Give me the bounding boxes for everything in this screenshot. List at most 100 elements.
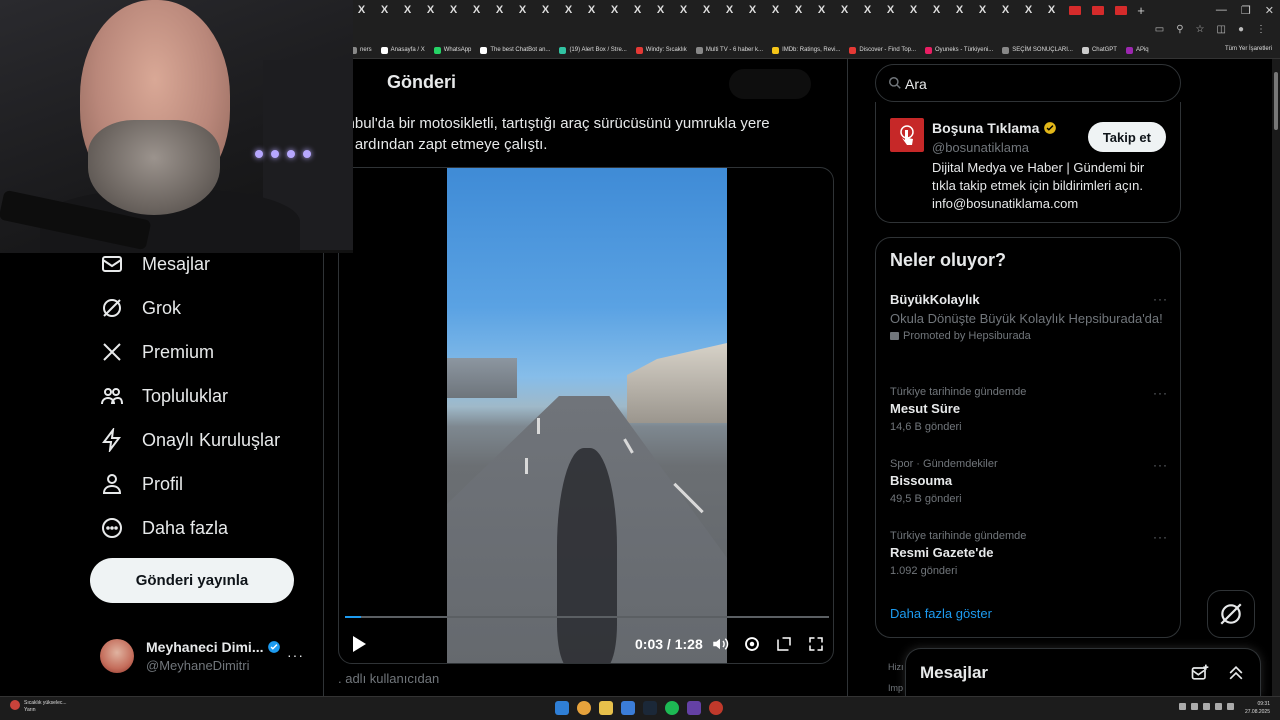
- bookmark-item[interactable]: ners: [350, 46, 372, 54]
- bookmark-item[interactable]: Windy: Sıcaklık: [635, 46, 687, 54]
- video-progress-bar[interactable]: [345, 616, 829, 618]
- bookmark-item[interactable]: Oyuneks - Türkiyeni...: [925, 46, 993, 54]
- trend-item[interactable]: Türkiye tarihinde gündemde Resmi Gazete'…: [890, 530, 1168, 577]
- spotify-icon[interactable]: [665, 701, 679, 715]
- browser-tab[interactable]: X: [626, 1, 649, 19]
- nav-more[interactable]: Daha fazla: [100, 516, 228, 540]
- edge-icon[interactable]: [621, 701, 635, 715]
- weather-widget[interactable]: Sıcaklık yükselec... Yarın: [10, 700, 67, 714]
- tray-icon[interactable]: [1191, 703, 1198, 710]
- trend-more-icon[interactable]: ···: [1153, 292, 1168, 306]
- new-tab-icon[interactable]: +: [1132, 3, 1150, 18]
- browser-tab[interactable]: [1063, 1, 1086, 19]
- app-icon[interactable]: [709, 701, 723, 715]
- nav-messages[interactable]: Mesajlar: [100, 252, 210, 276]
- nav-profile[interactable]: Profil: [100, 472, 183, 496]
- browser-tab[interactable]: X: [511, 1, 534, 19]
- trend-more-icon[interactable]: ···: [1153, 530, 1168, 544]
- all-bookmarks[interactable]: Tüm Yer İşaretleri: [1225, 46, 1272, 52]
- bookmark-item[interactable]: Multi TV - 6 haber k...: [695, 46, 763, 54]
- restore-icon[interactable]: ❐: [1241, 4, 1251, 17]
- browser-tab[interactable]: X: [488, 1, 511, 19]
- scrollbar-thumb[interactable]: [1274, 72, 1278, 130]
- bookmark-item[interactable]: Discover - Find Top...: [849, 46, 916, 54]
- browser-tab[interactable]: X: [787, 1, 810, 19]
- suggested-name[interactable]: Boşuna Tıklama: [932, 120, 1057, 136]
- browser-tab[interactable]: X: [879, 1, 902, 19]
- browser-tab[interactable]: X: [856, 1, 879, 19]
- nav-verified-orgs[interactable]: Onaylı Kuruluşlar: [100, 428, 280, 452]
- nav-premium[interactable]: Premium: [100, 340, 214, 364]
- browser-tab[interactable]: X: [350, 1, 373, 19]
- browser-tab[interactable]: X: [1040, 1, 1063, 19]
- browser-tab[interactable]: X: [948, 1, 971, 19]
- browser-tab[interactable]: X: [695, 1, 718, 19]
- browser-tab[interactable]: [1109, 1, 1132, 19]
- show-more-link[interactable]: Daha fazla göster: [890, 606, 992, 621]
- browser-tab[interactable]: X: [373, 1, 396, 19]
- play-icon[interactable]: [351, 635, 367, 653]
- bookmark-item[interactable]: WhatsApp: [433, 46, 471, 54]
- account-more-icon[interactable]: ···: [287, 647, 304, 663]
- close-icon[interactable]: ✕: [1265, 4, 1274, 17]
- app-icon[interactable]: [687, 701, 701, 715]
- cast-icon[interactable]: ▭: [1155, 24, 1164, 35]
- fullscreen-icon[interactable]: [807, 635, 825, 653]
- minimize-icon[interactable]: —: [1216, 4, 1227, 16]
- browser-tab[interactable]: X: [442, 1, 465, 19]
- volume-tray-icon[interactable]: [1215, 703, 1222, 710]
- browser-tab[interactable]: X: [465, 1, 488, 19]
- browser-tab[interactable]: X: [534, 1, 557, 19]
- file-explorer-icon[interactable]: [599, 701, 613, 715]
- bookmark-item[interactable]: The best ChatBot an...: [480, 46, 550, 54]
- video-frame-image[interactable]: [447, 168, 727, 663]
- star-icon[interactable]: ☆: [1196, 24, 1205, 35]
- clock[interactable]: 09:31 27.08.2025: [1245, 700, 1270, 716]
- trend-item[interactable]: Spor · Gündemdekiler Bissouma 49,5 B gön…: [890, 458, 1168, 505]
- browser-tab[interactable]: X: [833, 1, 856, 19]
- volume-icon[interactable]: [711, 635, 729, 653]
- picture-in-picture-icon[interactable]: [775, 635, 793, 653]
- zoom-icon[interactable]: ⚲: [1176, 24, 1183, 35]
- browser-tab[interactable]: X: [925, 1, 948, 19]
- trend-more-icon[interactable]: ···: [1153, 386, 1168, 400]
- bookmark-item[interactable]: (19) Alert Box / Stre...: [559, 46, 627, 54]
- bookmark-item[interactable]: ChatGPT: [1081, 46, 1117, 54]
- browser-tab[interactable]: X: [580, 1, 603, 19]
- bookmark-item[interactable]: SEÇİM SONUÇLARI...: [1002, 46, 1073, 54]
- browser-tab[interactable]: X: [971, 1, 994, 19]
- bookmark-item[interactable]: Anasayfa / X: [380, 46, 425, 54]
- nav-grok[interactable]: Grok: [100, 296, 181, 320]
- steam-icon[interactable]: [643, 701, 657, 715]
- trend-item-promoted[interactable]: BüyükKolaylık Okula Dönüşte Büyük Kolayl…: [890, 292, 1168, 342]
- windows-start-icon[interactable]: [555, 701, 569, 715]
- browser-tab[interactable]: X: [649, 1, 672, 19]
- trend-item[interactable]: Türkiye tarihinde gündemde Mesut Süre 14…: [890, 386, 1168, 433]
- chrome-icon[interactable]: [577, 701, 591, 715]
- browser-tab[interactable]: X: [672, 1, 695, 19]
- browser-tab[interactable]: X: [557, 1, 580, 19]
- bookmark-item[interactable]: APiq: [1125, 46, 1149, 54]
- browser-tab[interactable]: X: [764, 1, 787, 19]
- profile-icon[interactable]: ●: [1238, 24, 1244, 35]
- scrollbar-track[interactable]: [1272, 59, 1280, 696]
- wifi-icon[interactable]: [1203, 703, 1210, 710]
- nav-communities[interactable]: Topluluklar: [100, 384, 228, 408]
- browser-tab[interactable]: X: [741, 1, 764, 19]
- search-input[interactable]: Ara: [875, 64, 1181, 102]
- browser-tab[interactable]: X: [902, 1, 925, 19]
- chevron-up-double-icon[interactable]: [1226, 663, 1246, 683]
- browser-tab[interactable]: [1086, 1, 1109, 19]
- messages-drawer[interactable]: Mesajlar: [905, 648, 1261, 696]
- tray-icon[interactable]: [1179, 703, 1186, 710]
- browser-tab[interactable]: X: [994, 1, 1017, 19]
- browser-tab[interactable]: X: [718, 1, 741, 19]
- video-player[interactable]: 0:03 / 1:28: [338, 167, 834, 664]
- browser-tab[interactable]: X: [603, 1, 626, 19]
- trend-more-icon[interactable]: ···: [1153, 458, 1168, 472]
- browser-tab[interactable]: X: [396, 1, 419, 19]
- account-switcher[interactable]: Meyhaneci Dimi... @MeyhaneDimitri ···: [100, 637, 312, 677]
- battery-icon[interactable]: [1227, 703, 1234, 710]
- browser-tab[interactable]: X: [1017, 1, 1040, 19]
- browser-tab[interactable]: X: [419, 1, 442, 19]
